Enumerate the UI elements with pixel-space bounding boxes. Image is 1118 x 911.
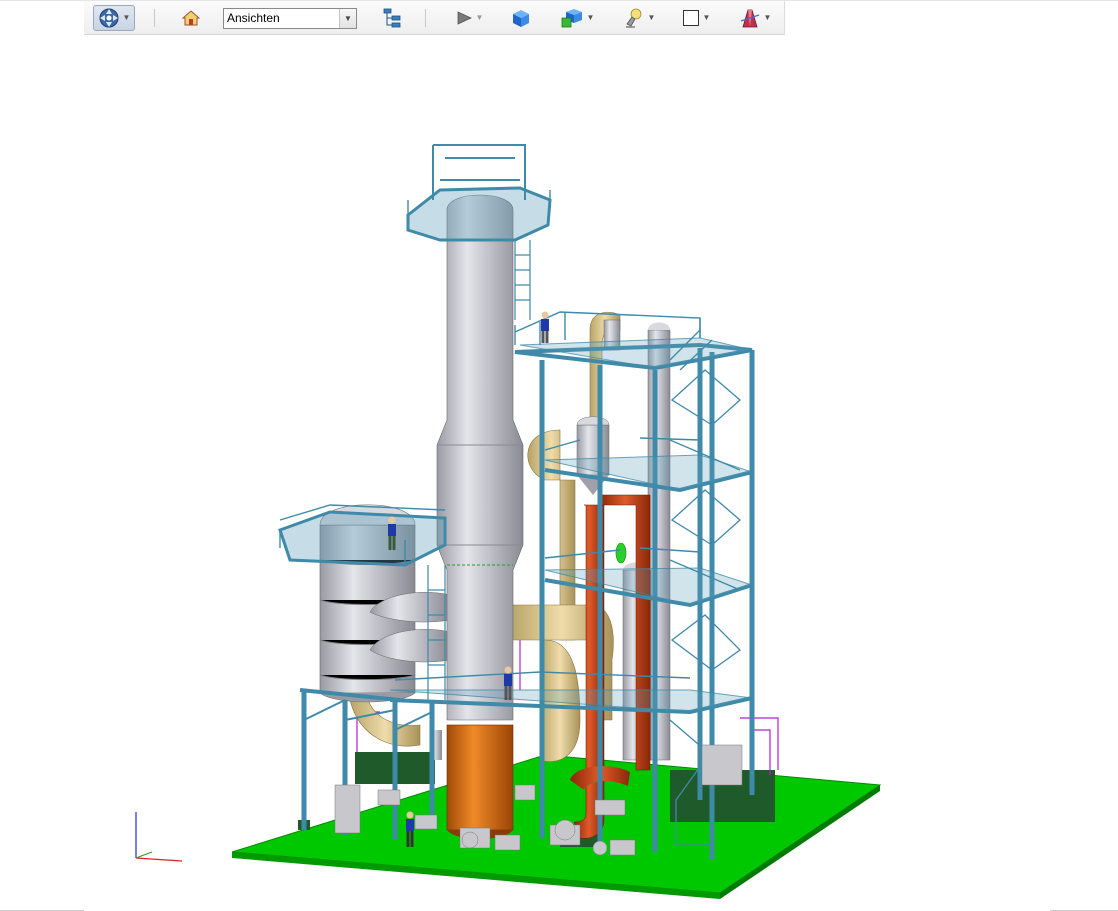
chevron-down-icon[interactable]: ▼	[648, 14, 656, 22]
toolbar-separator	[425, 9, 426, 27]
navigation-wheel-button[interactable]: ▼	[93, 5, 135, 31]
display-style-button[interactable]: ▼	[556, 5, 598, 31]
chevron-down-icon[interactable]: ▼	[339, 9, 356, 28]
toolbar: ▼ Ansichten ▼ ▼ ▼ ▼ ▼ ▼	[84, 1, 785, 35]
lighting-button[interactable]: ▼	[619, 5, 659, 31]
chevron-down-icon[interactable]: ▼	[703, 14, 711, 22]
main-column	[436, 194, 524, 839]
chevron-down-icon[interactable]: ▼	[476, 14, 484, 22]
play-icon	[457, 11, 472, 25]
background-button[interactable]: ▼	[676, 5, 716, 31]
chevron-down-icon[interactable]: ▼	[123, 14, 131, 22]
navigation-wheel-icon	[99, 8, 119, 28]
chevron-down-icon[interactable]: ▼	[587, 14, 595, 22]
cube-shaded-icon	[513, 10, 529, 27]
section-plane-button[interactable]: ▼	[734, 5, 776, 31]
shaded-display-button[interactable]	[509, 5, 533, 31]
plant-3d-model[interactable]	[0, 36, 1118, 908]
play-button[interactable]: ▼	[450, 5, 488, 31]
views-combo-value: Ansichten	[227, 11, 280, 25]
x-axis	[135, 857, 183, 862]
views-combo[interactable]: Ansichten ▼	[223, 8, 357, 29]
home-icon	[182, 10, 200, 26]
tree-structure-icon	[383, 8, 401, 28]
spotlight-icon	[625, 8, 641, 28]
home-button[interactable]	[180, 5, 202, 31]
square-outline-icon	[682, 10, 699, 26]
chevron-down-icon[interactable]: ▼	[764, 14, 772, 22]
toolbar-separator	[154, 9, 155, 27]
axis-triad	[135, 812, 183, 862]
section-plane-icon	[740, 9, 759, 28]
y-axis	[135, 851, 153, 859]
3d-viewport[interactable]: ▼ Ansichten ▼ ▼ ▼ ▼ ▼ ▼	[0, 0, 1118, 911]
cube-multi-icon	[561, 9, 582, 28]
model-browser-button[interactable]	[380, 5, 404, 31]
